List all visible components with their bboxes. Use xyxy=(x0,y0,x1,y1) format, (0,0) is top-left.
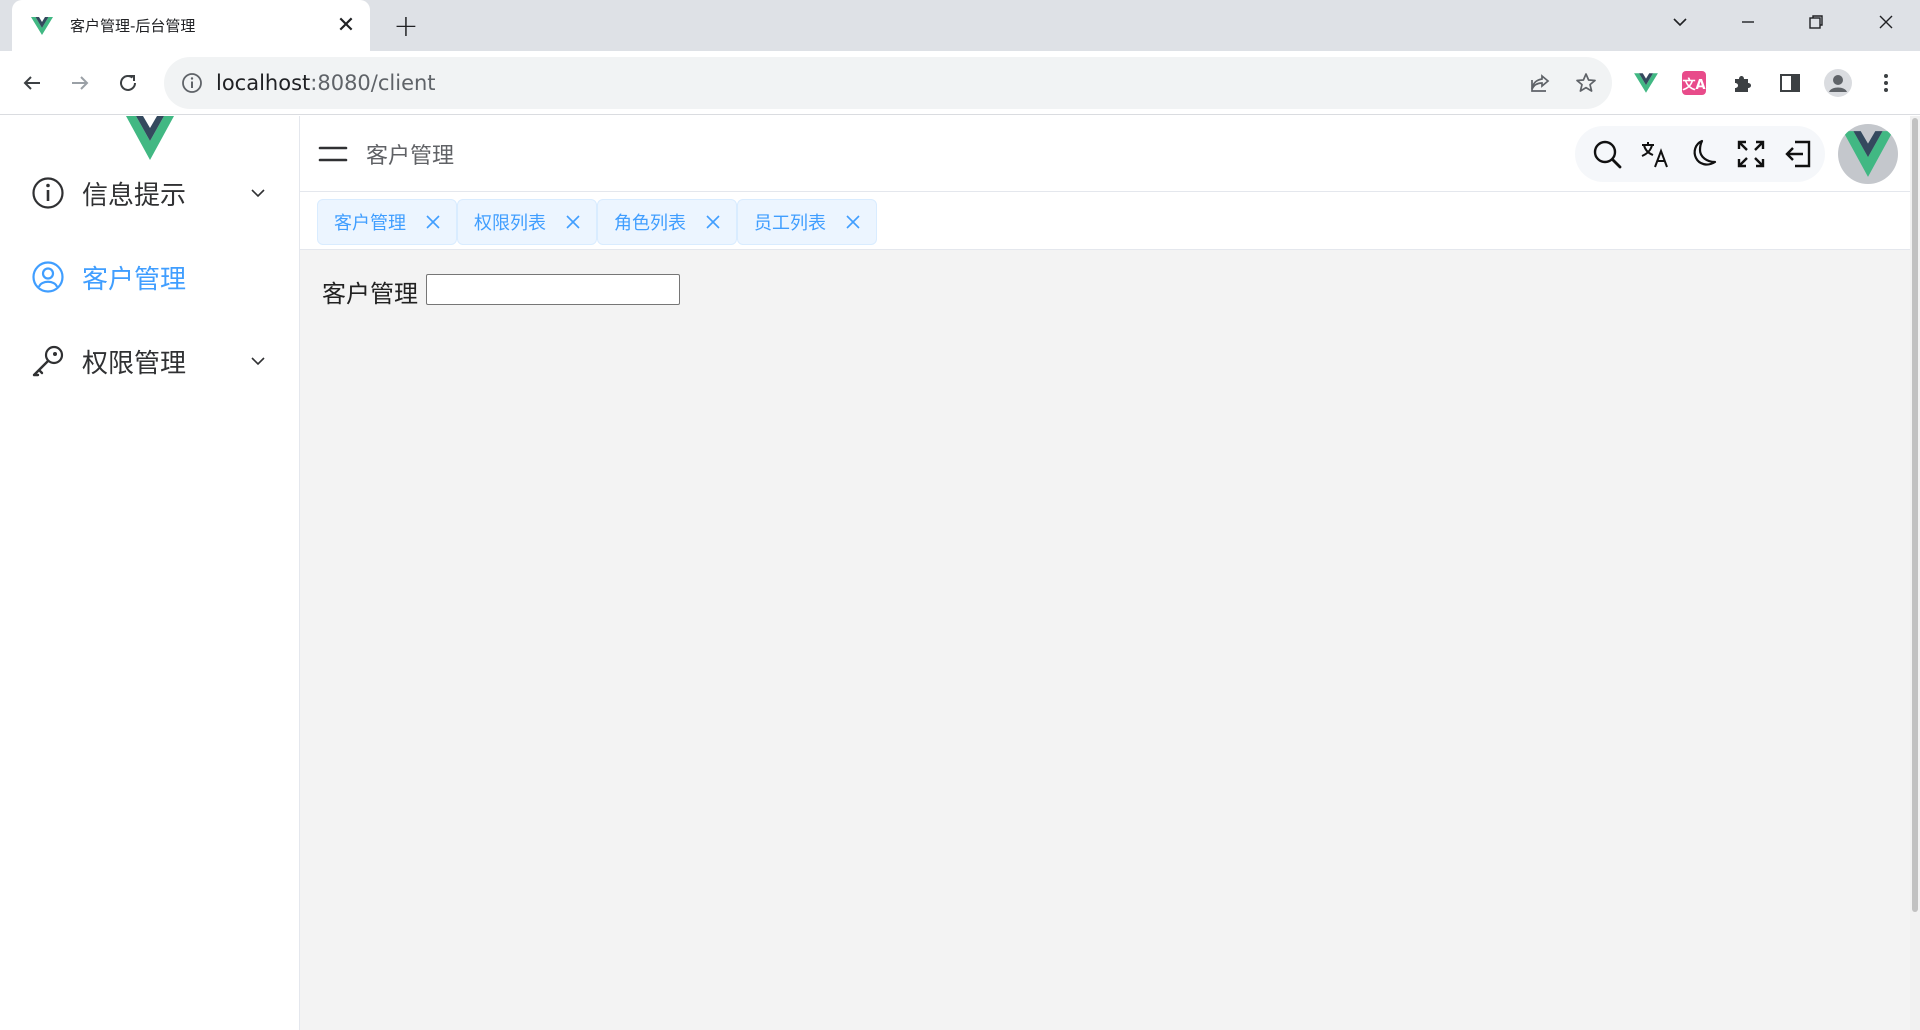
sidebar-item-permissions[interactable]: 权限管理 xyxy=(0,326,299,396)
tag-label: 角色列表 xyxy=(614,213,686,234)
reload-button[interactable] xyxy=(110,65,146,101)
menu-fold-icon[interactable] xyxy=(318,140,348,168)
logout-icon[interactable] xyxy=(1775,130,1823,178)
svg-text:文A: 文A xyxy=(1682,77,1705,93)
browser-tab-title: 客户管理-后台管理 xyxy=(70,17,196,35)
site-info-icon[interactable] xyxy=(180,71,204,95)
close-icon[interactable] xyxy=(424,213,442,231)
url-text[interactable]: localhost:8080/client xyxy=(216,71,1520,95)
sidebar: 信息提示 客户管理 权限管理 xyxy=(0,116,300,1030)
tab-search-chevron-icon[interactable] xyxy=(1652,0,1708,44)
tag-role-list[interactable]: 角色列表 xyxy=(597,199,737,245)
scrollbar-thumb[interactable] xyxy=(1912,118,1918,912)
browser-tab-active[interactable]: 客户管理-后台管理 ✕ xyxy=(12,0,370,51)
arrow-left-icon xyxy=(23,76,40,90)
minimize-icon[interactable] xyxy=(1720,0,1776,44)
sidebar-item-info[interactable]: 信息提示 xyxy=(0,158,299,228)
sidebar-item-client[interactable]: 客户管理 xyxy=(0,242,299,312)
translate-icon[interactable] xyxy=(1631,130,1679,178)
user-icon xyxy=(30,259,66,295)
back-button[interactable] xyxy=(14,65,50,101)
tags-view: 客户管理 权限列表 角色列表 员工列表 xyxy=(300,192,1910,250)
client-field-label: 客户管理 xyxy=(322,280,418,308)
sidebar-item-label: 客户管理 xyxy=(82,264,187,295)
close-window-icon[interactable] xyxy=(1858,0,1914,44)
side-panel-icon[interactable] xyxy=(1771,64,1809,102)
forward-button[interactable] xyxy=(62,65,98,101)
fullscreen-icon[interactable] xyxy=(1727,130,1775,178)
share-icon[interactable] xyxy=(1520,63,1560,103)
info-icon xyxy=(30,175,66,211)
app-header: 客户管理 xyxy=(300,116,1910,192)
vue-avatar-icon xyxy=(1843,131,1893,177)
new-tab-button[interactable]: + xyxy=(388,8,424,44)
vue-devtools-extension-icon[interactable] xyxy=(1627,64,1665,102)
moon-icon[interactable] xyxy=(1679,130,1727,178)
vue-logo-icon xyxy=(126,116,174,160)
tag-employee-list[interactable]: 员工列表 xyxy=(737,199,877,245)
translate-extension-icon[interactable]: 文A xyxy=(1675,64,1713,102)
chevron-down-icon xyxy=(247,182,269,204)
tag-permission-list[interactable]: 权限列表 xyxy=(457,199,597,245)
browser-tab-close-icon[interactable]: ✕ xyxy=(328,8,364,44)
user-avatar[interactable] xyxy=(1838,124,1898,184)
restore-icon[interactable] xyxy=(1788,0,1844,44)
address-bar[interactable]: localhost:8080/client xyxy=(164,57,1612,109)
tag-label: 员工列表 xyxy=(754,213,826,234)
browser-tabstrip: 客户管理-后台管理 ✕ + xyxy=(0,0,1920,51)
close-icon[interactable] xyxy=(704,213,722,231)
key-icon xyxy=(30,343,66,379)
extensions-puzzle-icon[interactable] xyxy=(1723,64,1761,102)
arrow-right-icon xyxy=(72,76,89,90)
main-content: 客户管理 xyxy=(300,250,1910,1030)
header-tools xyxy=(1575,126,1825,182)
page-scrollbar[interactable] xyxy=(1910,116,1920,1030)
search-icon[interactable] xyxy=(1583,130,1631,178)
breadcrumb: 客户管理 xyxy=(366,144,455,169)
client-input[interactable] xyxy=(426,274,680,305)
chevron-down-icon xyxy=(247,350,269,372)
vue-favicon-icon xyxy=(31,16,53,35)
tag-client[interactable]: 客户管理 xyxy=(317,199,457,245)
sidebar-item-label: 权限管理 xyxy=(82,348,187,379)
close-icon[interactable] xyxy=(564,213,582,231)
browser-toolbar: localhost:8080/client 文A xyxy=(0,51,1920,115)
browser-menu-kebab-icon[interactable] xyxy=(1867,64,1905,102)
reload-icon xyxy=(120,74,136,91)
bookmark-star-icon[interactable] xyxy=(1566,63,1606,103)
tag-label: 客户管理 xyxy=(334,213,406,234)
sidebar-item-label: 信息提示 xyxy=(82,180,187,211)
close-icon[interactable] xyxy=(844,213,862,231)
profile-avatar-icon[interactable] xyxy=(1819,64,1857,102)
tag-label: 权限列表 xyxy=(474,213,546,234)
